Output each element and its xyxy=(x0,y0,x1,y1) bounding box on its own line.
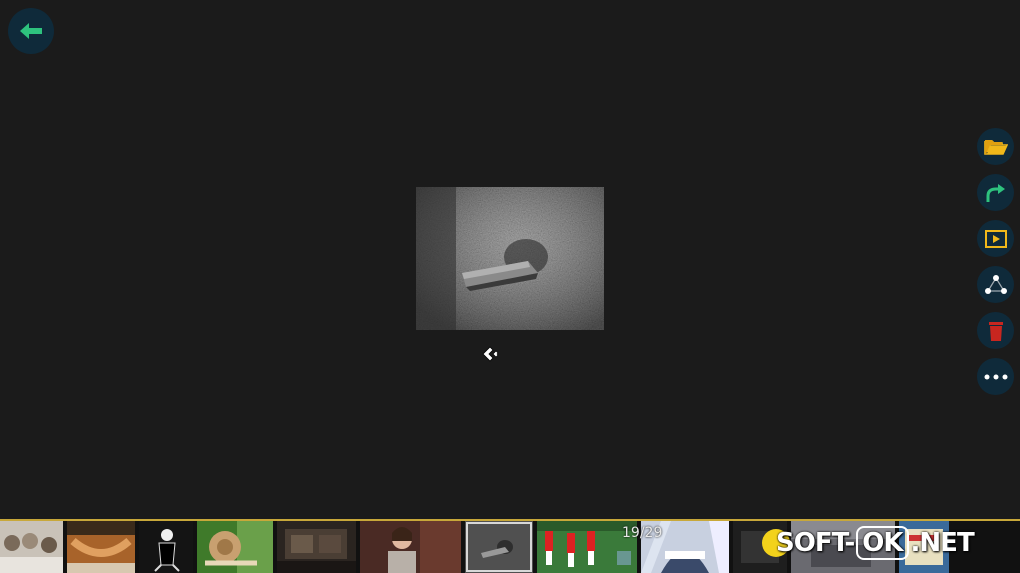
share-button[interactable] xyxy=(977,266,1014,303)
chevron-left-cursor-icon xyxy=(482,346,499,362)
slideshow-icon xyxy=(984,229,1007,248)
rotate-icon xyxy=(986,183,1005,202)
thumbnail-room-interior[interactable] xyxy=(277,521,356,573)
thumbnail-kittens[interactable] xyxy=(0,521,63,573)
rotate-button[interactable] xyxy=(977,174,1014,211)
more-button[interactable] xyxy=(977,358,1014,395)
delete-button[interactable] xyxy=(977,312,1014,349)
watermark-text-ok: OK xyxy=(856,526,909,560)
watermark-text-net: .NET xyxy=(910,528,975,558)
open-folder-button[interactable] xyxy=(977,128,1014,165)
thumbnail-snail[interactable] xyxy=(197,521,273,573)
delete-icon xyxy=(988,321,1003,341)
thumbnail-woman-portrait[interactable] xyxy=(360,521,461,573)
thumbnail-stone-texture[interactable] xyxy=(465,521,533,573)
folder-open-icon xyxy=(983,139,1008,155)
thumbnail-hammock[interactable] xyxy=(67,521,135,573)
arrow-left-icon xyxy=(20,23,42,39)
watermark-logo: SOFT- OK .NET xyxy=(762,526,975,560)
share-icon xyxy=(984,274,1007,294)
image-viewer: 19/29 SOFT- OK .NET xyxy=(0,0,1020,573)
more-icon xyxy=(984,374,1007,379)
thumbnail-cartoon-figure[interactable] xyxy=(139,521,193,573)
watermark-text-soft: SOFT- xyxy=(776,528,855,558)
image-counter: 19/29 xyxy=(622,525,663,541)
back-button[interactable] xyxy=(8,8,54,54)
right-toolbar xyxy=(977,128,1014,395)
main-image[interactable] xyxy=(416,187,604,330)
slideshow-button[interactable] xyxy=(977,220,1014,257)
